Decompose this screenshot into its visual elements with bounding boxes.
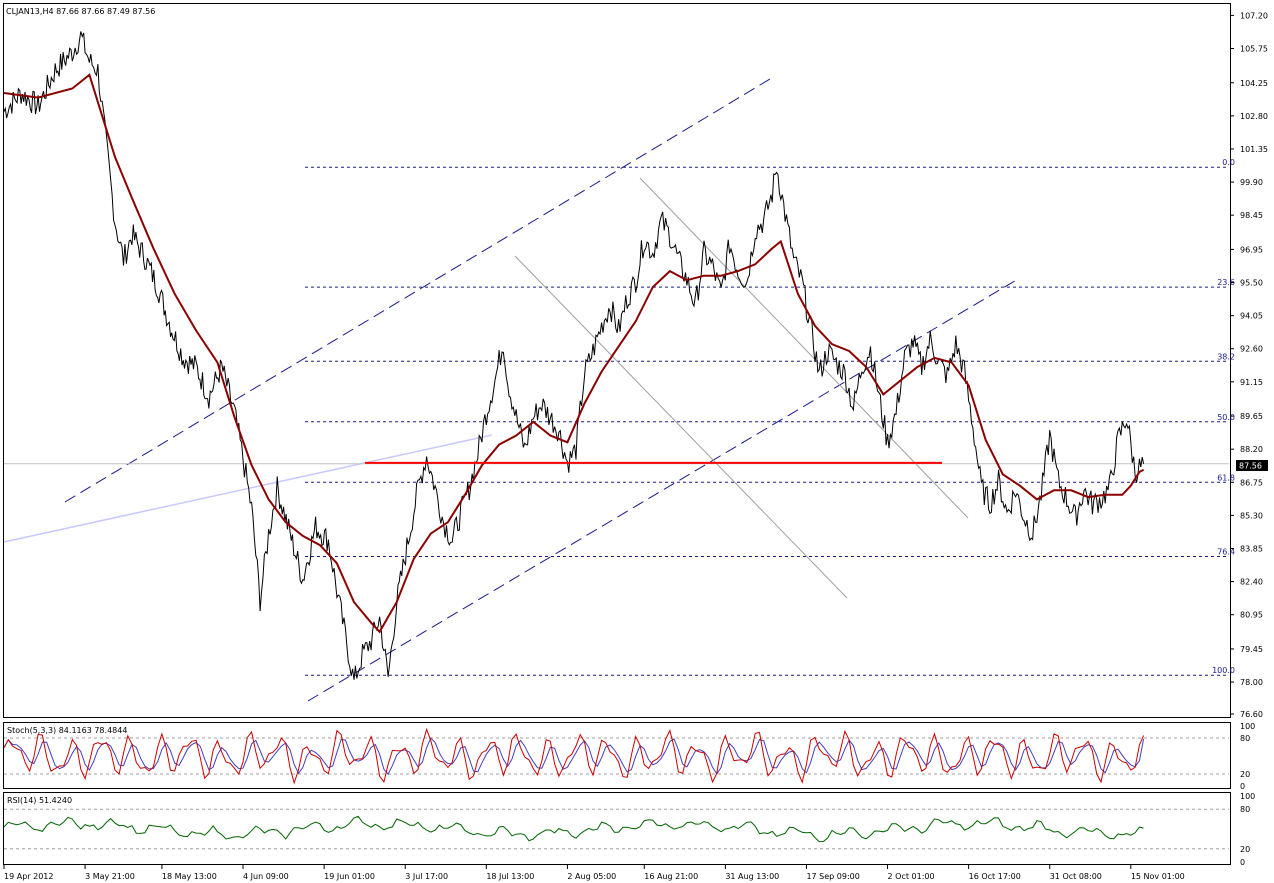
x-tick-label: 17 Sep 09:00 [806,872,859,881]
rsi-label: RSI(14) 51.4240 [7,796,72,805]
x-tick-label: 16 Oct 17:00 [969,872,1021,881]
stoch-tick-label: 0 [1240,782,1245,791]
y-tick-label: 82.40 [1240,578,1263,587]
x-tick-label: 31 Aug 13:00 [725,872,779,881]
chart-header: CLJAN13,H4 87.66 87.66 87.49 87.56 [6,7,155,16]
light-trend-line [3,434,493,543]
descending-channel-line [639,177,969,519]
descending-channel-line [514,255,848,599]
y-tick-label: 89.65 [1240,412,1263,421]
price-axis: 107.20 105.75 104.25 102.80 101.35 99.90 98.45… [1230,11,1268,719]
y-tick-label: 79.45 [1240,645,1263,654]
x-tick-label: 19 Apr 2012 [4,872,53,881]
rsi-panel-frame [3,792,1231,865]
rsi-tick-label: 100 [1240,792,1255,801]
price-label: 87.56 [1239,462,1262,471]
moving-average-line [3,73,1145,634]
x-tick-label: 3 Jul 17:00 [405,872,448,881]
time-axis: 19 Apr 2012 3 May 21:00 18 May 13:00 4 Jun … [3,865,1185,881]
fib-level-label: 61.8 [1217,473,1235,482]
rsi-tick-label: 0 [1240,858,1245,867]
price-chart[interactable]: 0.023.638.250.061.876.4100.0 107.20105.7… [0,0,1274,883]
x-tick-label: 31 Oct 08:00 [1050,872,1102,881]
x-tick-label: 18 May 13:00 [162,872,217,881]
fib-level-label: 38.2 [1217,352,1235,361]
y-tick-label: 98.45 [1240,211,1263,220]
stoch-panel-frame [3,722,1231,789]
y-tick-label: 99.90 [1240,178,1263,187]
y-tick-label: 88.20 [1240,445,1263,454]
rsi-tick-label: 20 [1240,845,1250,854]
y-tick-label: 94.05 [1240,312,1263,321]
x-tick-label: 19 Jun 01:00 [324,872,375,881]
rsi-layer: 100 80 20 0 [3,792,1255,867]
y-tick-label: 83.85 [1240,544,1263,553]
y-tick-label: 85.30 [1240,511,1263,520]
y-tick-label: 101.35 [1240,145,1268,154]
x-tick-label: 16 Aug 21:00 [644,872,698,881]
y-tick-label: 104.25 [1240,79,1268,88]
y-tick-label: 105.75 [1240,45,1268,54]
y-tick-label: 76.60 [1240,710,1263,719]
y-tick-label: 107.20 [1240,11,1268,20]
fib-level-label: 0.0 [1222,158,1235,167]
x-tick-label: 15 Nov 01:00 [1131,872,1185,881]
stoch-tick-label: 20 [1240,770,1250,779]
y-tick-label: 95.50 [1240,279,1263,288]
x-tick-label: 4 Jun 09:00 [243,872,289,881]
price-series-line [3,31,1145,680]
stoch-tick-label: 100 [1240,722,1255,731]
stoch-label: Stoch(5,3,3) 84.1163 78.4844 [7,726,127,735]
y-tick-label: 92.60 [1240,345,1263,354]
main-chart-layer: 0.023.638.250.061.876.4100.0 [3,31,1235,702]
y-tick-label: 91.15 [1240,378,1263,387]
x-tick-label: 2 Oct 01:00 [888,872,935,881]
y-tick-label: 102.80 [1240,112,1268,121]
fib-level-label: 50.0 [1217,413,1235,422]
y-tick-label: 80.95 [1240,611,1263,620]
x-tick-label: 3 May 21:00 [85,872,135,881]
y-tick-label: 78.00 [1240,678,1263,687]
rsi-tick-label: 80 [1240,805,1250,814]
stoch-tick-label: 80 [1240,734,1250,743]
y-tick-label: 96.95 [1240,245,1263,254]
y-tick-label: 86.75 [1240,478,1263,487]
fib-level-label: 100.0 [1212,666,1235,675]
stochastic-layer: 100 80 20 0 [3,722,1255,791]
x-tick-label: 2 Aug 05:00 [567,872,616,881]
rsi-line [3,815,1144,843]
x-tick-label: 18 Jul 13:00 [486,872,534,881]
